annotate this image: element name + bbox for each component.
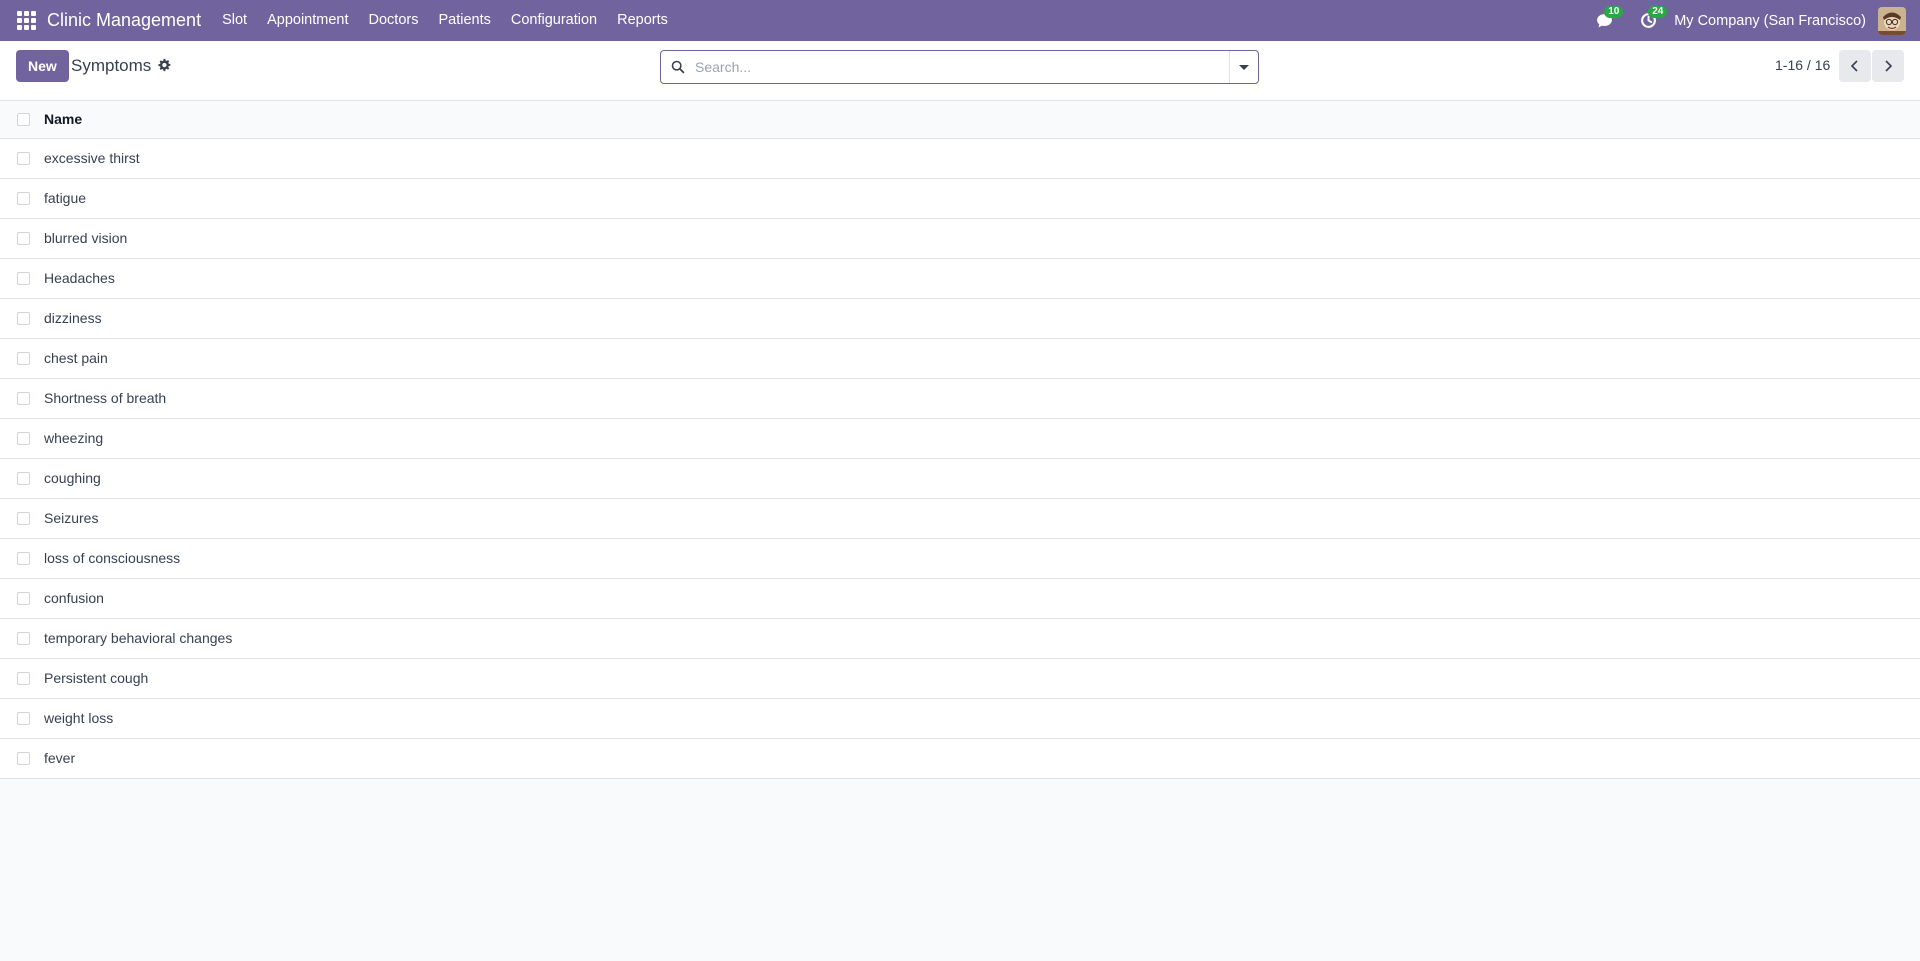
- row-name[interactable]: Headaches: [44, 270, 115, 286]
- search-icon: [661, 51, 695, 83]
- row-name[interactable]: chest pain: [44, 350, 108, 366]
- main-menu: Slot Appointment Doctors Patients Config…: [212, 0, 678, 41]
- table-row[interactable]: chest pain: [0, 339, 1920, 379]
- row-checkbox[interactable]: [17, 232, 30, 245]
- menu-item-slot[interactable]: Slot: [212, 0, 257, 41]
- search-options-toggle[interactable]: [1229, 51, 1258, 83]
- row-checkbox[interactable]: [17, 712, 30, 725]
- table-row[interactable]: loss of consciousness: [0, 539, 1920, 579]
- row-name[interactable]: dizziness: [44, 310, 102, 326]
- menu-item-appointment[interactable]: Appointment: [257, 0, 358, 41]
- table-row[interactable]: Shortness of breath: [0, 379, 1920, 419]
- table-row[interactable]: Seizures: [0, 499, 1920, 539]
- row-checkbox[interactable]: [17, 512, 30, 525]
- table-row[interactable]: temporary behavioral changes: [0, 619, 1920, 659]
- pager-value[interactable]: 1-16 / 16: [1775, 57, 1830, 73]
- column-header-name[interactable]: Name: [44, 111, 82, 127]
- row-checkbox[interactable]: [17, 352, 30, 365]
- select-all-checkbox[interactable]: [17, 113, 30, 126]
- table-row[interactable]: confusion: [0, 579, 1920, 619]
- chevron-right-icon: [1885, 60, 1893, 72]
- table-row[interactable]: Headaches: [0, 259, 1920, 299]
- row-name[interactable]: Shortness of breath: [44, 390, 166, 406]
- chevron-left-icon: [1850, 60, 1858, 72]
- table-row[interactable]: fatigue: [0, 179, 1920, 219]
- row-name[interactable]: temporary behavioral changes: [44, 630, 232, 646]
- row-name[interactable]: coughing: [44, 470, 101, 486]
- activities-badge: 24: [1648, 6, 1668, 18]
- menu-item-configuration[interactable]: Configuration: [501, 0, 607, 41]
- row-checkbox[interactable]: [17, 192, 30, 205]
- row-name[interactable]: wheezing: [44, 430, 103, 446]
- symptoms-list: Name excessive thirst fatigue blurred vi…: [0, 101, 1920, 779]
- table-row[interactable]: excessive thirst: [0, 139, 1920, 179]
- row-checkbox[interactable]: [17, 472, 30, 485]
- menu-item-doctors[interactable]: Doctors: [359, 0, 429, 41]
- list-header-row: Name: [0, 101, 1920, 139]
- company-switcher[interactable]: My Company (San Francisco): [1670, 13, 1878, 29]
- row-checkbox[interactable]: [17, 752, 30, 765]
- messages-button[interactable]: 10: [1582, 0, 1626, 41]
- gear-icon[interactable]: [157, 58, 171, 72]
- user-avatar[interactable]: [1878, 6, 1906, 35]
- menu-item-reports[interactable]: Reports: [607, 0, 678, 41]
- table-row[interactable]: coughing: [0, 459, 1920, 499]
- messages-badge: 10: [1604, 6, 1624, 18]
- row-name[interactable]: loss of consciousness: [44, 550, 180, 566]
- app-brand[interactable]: Clinic Management: [47, 10, 201, 31]
- pager-previous-button[interactable]: [1839, 50, 1871, 82]
- table-row[interactable]: weight loss: [0, 699, 1920, 739]
- breadcrumb: Symptoms: [71, 56, 152, 75]
- table-row[interactable]: blurred vision: [0, 219, 1920, 259]
- row-name[interactable]: confusion: [44, 590, 104, 606]
- search-box: [660, 50, 1259, 84]
- row-checkbox[interactable]: [17, 552, 30, 565]
- table-row[interactable]: Persistent cough: [0, 659, 1920, 699]
- row-name[interactable]: fever: [44, 750, 75, 766]
- row-checkbox[interactable]: [17, 152, 30, 165]
- row-name[interactable]: excessive thirst: [44, 150, 140, 166]
- activities-button[interactable]: 24: [1626, 0, 1670, 41]
- row-name[interactable]: fatigue: [44, 190, 86, 206]
- row-checkbox[interactable]: [17, 272, 30, 285]
- row-checkbox[interactable]: [17, 432, 30, 445]
- row-name[interactable]: weight loss: [44, 710, 113, 726]
- table-row[interactable]: dizziness: [0, 299, 1920, 339]
- menu-item-patients[interactable]: Patients: [428, 0, 500, 41]
- control-panel: New Symptoms 1-16 / 16: [0, 41, 1920, 101]
- search-input[interactable]: [695, 51, 1229, 83]
- row-checkbox[interactable]: [17, 632, 30, 645]
- top-navbar: Clinic Management Slot Appointment Docto…: [0, 0, 1920, 41]
- row-name[interactable]: Seizures: [44, 510, 98, 526]
- apps-menu-icon[interactable]: [0, 0, 52, 41]
- caret-down-icon: [1239, 64, 1249, 70]
- systray: 10 24 My Company (San Francisco): [1582, 0, 1920, 41]
- new-button[interactable]: New: [16, 50, 69, 82]
- row-name[interactable]: blurred vision: [44, 230, 127, 246]
- row-checkbox[interactable]: [17, 312, 30, 325]
- table-row[interactable]: fever: [0, 739, 1920, 779]
- pager-next-button[interactable]: [1872, 50, 1904, 82]
- row-checkbox[interactable]: [17, 392, 30, 405]
- row-checkbox[interactable]: [17, 592, 30, 605]
- table-row[interactable]: wheezing: [0, 419, 1920, 459]
- row-name[interactable]: Persistent cough: [44, 670, 148, 686]
- row-checkbox[interactable]: [17, 672, 30, 685]
